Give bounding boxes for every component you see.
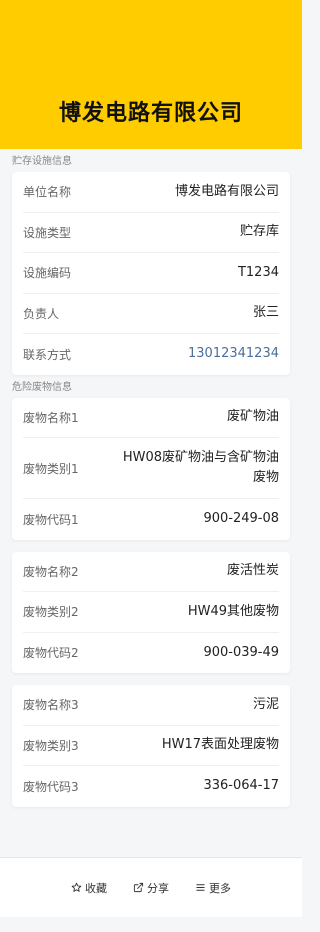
waste-category-row: 废物类别3 HW17表面处理废物 bbox=[23, 726, 279, 766]
row-label: 设施类型 bbox=[23, 225, 72, 240]
waste-code-row: 废物代码3 336-064-17 bbox=[23, 766, 279, 807]
waste-section-title: 危险废物信息 bbox=[12, 381, 72, 393]
info-row-company: 单位名称 博发电路有限公司 bbox=[23, 172, 279, 213]
more-button[interactable]: 更多 bbox=[195, 880, 231, 896]
row-label: 废物代码1 bbox=[23, 512, 79, 527]
row-value: 900-249-08 bbox=[203, 511, 279, 527]
row-label: 联系方式 bbox=[23, 347, 72, 362]
waste-code-row: 废物代码1 900-249-08 bbox=[23, 499, 279, 540]
storage-info-card: 单位名称 博发电路有限公司 设施类型 贮存库 设施编码 T1234 负责人 张三… bbox=[12, 172, 290, 375]
row-value: 张三 bbox=[252, 305, 279, 321]
waste-category-row: 废物类别1 HW08废矿物油与含矿物油废物 bbox=[23, 438, 279, 499]
page: 博发电路有限公司 贮存设施信息 单位名称 博发电路有限公司 设施类型 贮存库 设… bbox=[0, 0, 302, 932]
row-value: 336-064-17 bbox=[203, 778, 279, 794]
menu-icon bbox=[196, 884, 205, 891]
info-row-facility-code: 设施编码 T1234 bbox=[23, 253, 279, 294]
waste-card-1: 废物名称1 废矿物油 废物类别1 HW08废矿物油与含矿物油废物 废物代码1 9… bbox=[12, 397, 290, 540]
row-label: 单位名称 bbox=[23, 185, 72, 200]
row-value: T1234 bbox=[237, 264, 279, 280]
row-value: HW49其他废物 bbox=[187, 603, 279, 619]
row-label: 废物类别2 bbox=[23, 605, 79, 620]
waste-name-row: 废物名称2 废活性炭 bbox=[23, 552, 279, 592]
more-label: 更多 bbox=[209, 881, 231, 895]
row-label: 废物类别1 bbox=[23, 461, 79, 476]
favorite-label: 收藏 bbox=[85, 881, 107, 895]
row-label: 负责人 bbox=[23, 306, 60, 321]
bottom-action-bar: 收藏 分享 更多 bbox=[0, 857, 302, 917]
row-label: 废物名称2 bbox=[23, 564, 79, 579]
waste-name-row: 废物名称1 废矿物油 bbox=[23, 398, 279, 438]
share-label: 分享 bbox=[147, 881, 169, 895]
storage-section-title: 贮存设施信息 bbox=[12, 156, 72, 167]
phone-link[interactable]: 13012341234 bbox=[188, 344, 279, 364]
row-label: 设施编码 bbox=[23, 266, 72, 281]
row-value: 废活性炭 bbox=[226, 563, 279, 579]
waste-name-row: 废物名称3 污泥 bbox=[23, 685, 279, 726]
waste-card-2: 废物名称2 废活性炭 废物类别2 HW49其他废物 废物代码2 900-039-… bbox=[12, 551, 290, 674]
star-outline-icon bbox=[71, 882, 82, 892]
share-button[interactable]: 分享 bbox=[133, 880, 169, 896]
favorite-button[interactable]: 收藏 bbox=[71, 880, 107, 896]
row-label: 废物名称1 bbox=[23, 410, 79, 425]
row-value: 贮存库 bbox=[239, 224, 279, 240]
waste-category-row: 废物类别2 HW49其他废物 bbox=[23, 592, 279, 633]
share-icon bbox=[133, 882, 144, 893]
row-value: 废矿物油 bbox=[226, 409, 279, 425]
waste-code-row: 废物代码2 900-039-49 bbox=[23, 633, 279, 674]
info-row-facility-type: 设施类型 贮存库 bbox=[23, 213, 279, 253]
header: 博发电路有限公司 bbox=[0, 0, 302, 149]
row-label: 废物代码2 bbox=[23, 646, 79, 661]
row-label: 废物类别3 bbox=[23, 738, 79, 753]
info-row-manager: 负责人 张三 bbox=[23, 294, 279, 334]
row-label: 废物代码3 bbox=[23, 779, 79, 794]
waste-card-3: 废物名称3 污泥 废物类别3 HW17表面处理废物 废物代码3 336-064-… bbox=[12, 685, 290, 807]
row-label: 废物名称3 bbox=[23, 698, 79, 713]
page-title: 博发电路有限公司 bbox=[58, 101, 243, 126]
row-value: 污泥 bbox=[252, 696, 279, 712]
info-row-contact: 联系方式 13012341234 bbox=[23, 334, 279, 375]
row-value: HW08废矿物油与含矿物油废物 bbox=[122, 450, 279, 485]
row-value: HW17表面处理废物 bbox=[161, 737, 279, 753]
row-value: 900-039-49 bbox=[203, 644, 279, 660]
row-value: 博发电路有限公司 bbox=[174, 183, 279, 199]
